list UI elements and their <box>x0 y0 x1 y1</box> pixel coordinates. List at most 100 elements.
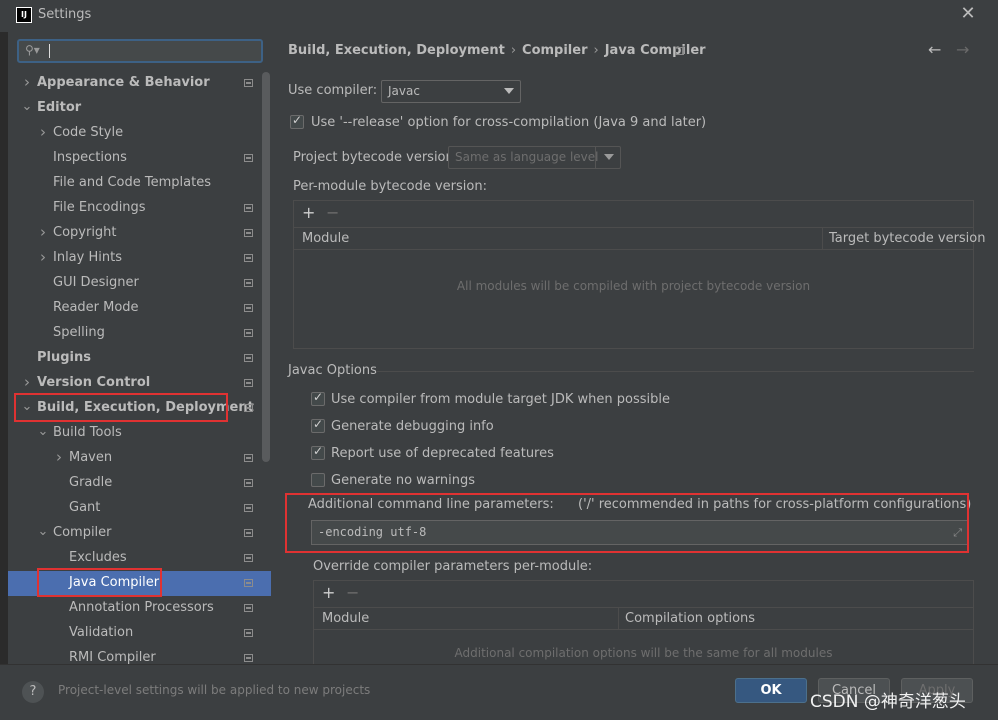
forward-arrow-icon[interactable]: → <box>956 40 969 59</box>
sidebar-item-inspections[interactable]: Inspections <box>8 146 271 171</box>
app-icon: IJ <box>16 7 32 23</box>
column-divider[interactable] <box>822 228 823 250</box>
project-scope-icon <box>244 529 253 537</box>
sidebar-item-gradle[interactable]: Gradle <box>8 471 271 496</box>
sidebar-item-reader-mode[interactable]: Reader Mode <box>8 296 271 321</box>
sidebar-item-code-style[interactable]: › Code Style <box>8 121 271 146</box>
breadcrumb-separator: › <box>593 43 599 58</box>
module-target-jdk-checkbox[interactable] <box>311 390 325 406</box>
back-arrow-icon[interactable]: ← <box>928 40 941 59</box>
chevron-down-icon <box>504 88 514 94</box>
use-compiler-label: Use compiler: <box>288 83 378 98</box>
sidebar-item-copyright[interactable]: › Copyright <box>8 221 271 246</box>
use-compiler-select[interactable]: Javac <box>381 80 521 103</box>
table-header: Module Target bytecode version <box>294 227 986 250</box>
text-caret <box>49 44 50 58</box>
chevron-right-icon[interactable]: › <box>37 125 49 140</box>
sidebar-item-validation[interactable]: Validation <box>8 621 271 646</box>
watermark: CSDN @神奇洋葱头 <box>810 692 966 712</box>
sidebar-item-inlay-hints[interactable]: › Inlay Hints <box>8 246 271 271</box>
per-module-label: Per-module bytecode version: <box>293 179 487 194</box>
column-module[interactable]: Module <box>322 611 369 626</box>
project-scope-icon <box>244 354 253 362</box>
breadcrumb-part1[interactable]: Build, Execution, Deployment <box>288 43 505 58</box>
add-icon[interactable]: + <box>302 203 315 222</box>
combo-separator <box>595 147 596 168</box>
sidebar-item-label: Inlay Hints <box>53 250 122 265</box>
chevron-right-icon[interactable]: › <box>21 375 33 390</box>
sidebar-item-label: Compiler <box>53 525 112 540</box>
chevron-right-icon[interactable]: › <box>53 450 65 465</box>
project-scope-icon <box>244 229 253 237</box>
project-scope-icon <box>244 254 253 262</box>
chevron-down-icon[interactable]: ⌄ <box>21 100 33 113</box>
sidebar-item-file-and-code-templates[interactable]: File and Code Templates <box>8 171 271 196</box>
sidebar-item-gant[interactable]: Gant <box>8 496 271 521</box>
deprecated-checkbox[interactable] <box>311 444 325 460</box>
window-title: Settings <box>38 7 92 22</box>
chevron-down-icon[interactable]: ⌄ <box>37 525 49 538</box>
sidebar-item-label: Build Tools <box>53 425 122 440</box>
chevron-down-icon <box>604 154 614 160</box>
project-scope-icon <box>244 379 253 387</box>
sidebar-item-rmi-compiler[interactable]: RMI Compiler <box>8 646 271 664</box>
no-warnings-checkbox[interactable] <box>311 473 325 487</box>
sidebar-item-label: Plugins <box>37 350 91 365</box>
sidebar-item-build-tools[interactable]: ⌄ Build Tools <box>8 421 271 446</box>
deprecated-label: Report use of deprecated features <box>331 446 554 461</box>
use-compiler-value: Javac <box>388 84 420 98</box>
column-compilation-options[interactable]: Compilation options <box>625 611 755 626</box>
sidebar-item-maven[interactable]: › Maven <box>8 446 271 471</box>
column-target-bytecode[interactable]: Target bytecode version <box>829 231 986 246</box>
sidebar-item-editor[interactable]: ⌄ Editor <box>8 96 271 121</box>
sidebar-item-spelling[interactable]: Spelling <box>8 321 271 346</box>
sidebar-item-label: Editor <box>37 100 82 115</box>
breadcrumb: Build, Execution, Deployment › Compiler › Ja… <box>288 43 706 58</box>
sidebar-item-label: File Encodings <box>53 200 146 215</box>
release-option-checkbox[interactable] <box>290 113 304 129</box>
sidebar-item-label: RMI Compiler <box>69 650 156 664</box>
sidebar-item-label: File and Code Templates <box>53 175 211 190</box>
override-label: Override compiler parameters per-module: <box>313 559 593 574</box>
chevron-down-icon[interactable]: ⌄ <box>37 425 49 438</box>
sidebar-scrollbar[interactable] <box>262 72 270 462</box>
close-icon[interactable]: ✕ <box>960 5 976 23</box>
chevron-right-icon[interactable]: › <box>37 250 49 265</box>
sidebar-item-label: Excludes <box>69 550 127 565</box>
release-option-label: Use '--release' option for cross-compila… <box>311 115 707 130</box>
column-divider[interactable] <box>618 608 619 630</box>
sidebar-item-label: Copyright <box>53 225 117 240</box>
module-target-jdk-label: Use compiler from module target JDK when… <box>331 392 670 407</box>
column-module[interactable]: Module <box>302 231 349 246</box>
section-divider <box>376 371 974 372</box>
sidebar-item-plugins[interactable]: Plugins <box>8 346 271 371</box>
remove-icon[interactable]: − <box>326 203 339 222</box>
project-scope-icon <box>244 479 253 487</box>
breadcrumb-part2[interactable]: Compiler <box>522 43 587 58</box>
project-scope-icon <box>244 404 253 412</box>
project-scope-icon <box>675 47 684 55</box>
ok-button[interactable]: OK <box>735 678 807 703</box>
bytecode-version-label: Project bytecode version: <box>293 150 459 165</box>
add-icon[interactable]: + <box>322 583 335 602</box>
sidebar-item-compiler[interactable]: ⌄ Compiler <box>8 521 271 546</box>
project-scope-icon <box>244 454 253 462</box>
search-input[interactable]: ⚲▾ <box>17 39 263 63</box>
window-edge <box>0 32 8 664</box>
table-header: Module Compilation options <box>314 607 973 630</box>
sidebar-item-gui-designer[interactable]: GUI Designer <box>8 271 271 296</box>
project-scope-icon <box>244 304 253 312</box>
override-table: + − Module Compilation options Additiona… <box>313 580 974 664</box>
remove-icon[interactable]: − <box>346 583 359 602</box>
sidebar-item-annotation-processors[interactable]: Annotation Processors <box>8 596 271 621</box>
project-scope-icon <box>244 279 253 287</box>
bytecode-version-select[interactable]: Same as language level <box>448 146 621 169</box>
sidebar-item-file-encodings[interactable]: File Encodings <box>8 196 271 221</box>
sidebar-item-appearance-behavior[interactable]: › Appearance & Behavior <box>8 71 271 96</box>
help-icon[interactable]: ? <box>22 681 44 703</box>
chevron-right-icon[interactable]: › <box>37 225 49 240</box>
sidebar-item-label: Maven <box>69 450 113 465</box>
debug-info-checkbox[interactable] <box>311 417 325 433</box>
chevron-right-icon[interactable]: › <box>21 75 33 90</box>
breadcrumb-part3: Java Compiler <box>604 43 706 58</box>
